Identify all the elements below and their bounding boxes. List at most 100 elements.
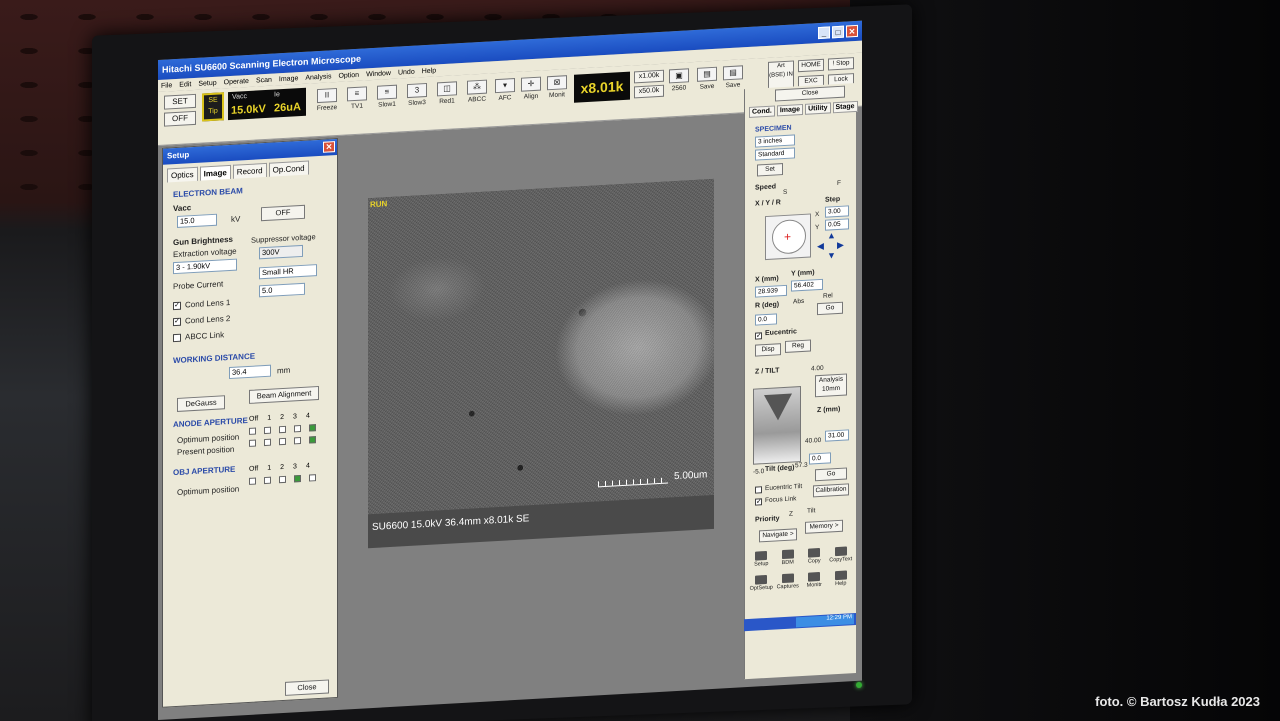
panel-close-button[interactable]: Close [775,85,845,102]
help-icon [834,570,847,581]
rotation-input[interactable]: 0.0 [755,313,777,326]
mag-high-button[interactable]: x50.0k [634,84,664,99]
specimen-set-button[interactable]: Set [757,163,783,177]
hv-off-button[interactable]: OFF [164,110,196,127]
hv-set-button[interactable]: SET [164,93,196,110]
menu-help[interactable]: Help [422,67,436,75]
working-distance-select[interactable]: 36.4 [229,364,271,380]
navigate-button[interactable]: Navigate > [759,528,797,543]
menu-window[interactable]: Window [366,69,391,77]
help-tool[interactable]: Help [829,569,854,592]
anode-pres-1[interactable] [264,438,271,447]
bdm-tool[interactable]: BDM [776,548,801,571]
sem-image-view[interactable]: RUN 5.00um SU6600 15.0kV 36.4mm x8.01k S… [368,178,714,549]
tv1-button[interactable]: ≡ TV1 [344,86,370,119]
arrow-left-icon[interactable]: ◀ [817,241,824,252]
stage-position-map[interactable]: + [765,213,811,261]
tilt-deg-label: Tilt (deg) [765,464,795,474]
slow1-button[interactable]: ≡ Slow1 [374,84,400,117]
align-button[interactable]: ✛ Align [518,76,544,109]
priority-z-radio[interactable]: Z [789,510,793,517]
save2-button[interactable]: ▤ Save [720,65,746,98]
close-window-button[interactable]: ✕ [846,24,858,38]
afc-button[interactable]: ▾ AFC [492,78,518,111]
rel-radio[interactable]: Rel [823,292,833,300]
tilt-go-button[interactable]: Go [815,467,847,482]
tab-record[interactable]: Record [232,162,267,179]
mag-low-button[interactable]: x1.00k [634,69,664,84]
tilt-input[interactable]: 0.0 [809,452,831,465]
menu-setup[interactable]: Setup [198,79,216,87]
cond-lens-2-checkbox[interactable]: ✓ [173,317,181,327]
cond-lens-1-checkbox[interactable]: ✓ [173,301,181,311]
red1-button[interactable]: ◫ Red1 [434,81,460,114]
beam-alignment-button[interactable]: Beam Alignment [249,385,319,404]
z-position-input[interactable]: 31.00 [825,429,849,442]
copy-tool[interactable]: Copy [802,547,827,570]
monit-button[interactable]: ⊠ Monit [544,75,570,108]
setup-tool[interactable]: Setup [749,550,774,573]
menu-operate[interactable]: Operate [224,77,249,85]
optsetup-tool[interactable]: OptSetup [749,574,774,597]
extraction-voltage-select[interactable]: 3 - 1.90kV [173,258,237,275]
tab-op-cond[interactable]: Op.Cond [268,160,309,177]
menu-analysis[interactable]: Analysis [305,73,331,81]
x-position-input[interactable]: 28.939 [755,284,787,298]
tab-image[interactable]: Image [199,164,231,181]
disp-button[interactable]: Disp [755,343,781,357]
abs-radio[interactable]: Abs [793,298,804,306]
degauss-button[interactable]: DeGauss [177,395,225,412]
monitr-tool[interactable]: Monitr [802,571,827,594]
tab-optics[interactable]: Optics [167,166,198,183]
resolution-button[interactable]: ▣ 2560 [666,68,692,101]
captures-tool[interactable]: Captures [776,572,801,595]
anode-pres-off[interactable] [249,439,256,447]
freeze-button[interactable]: II Freeze [314,87,340,121]
eucentric-checkbox[interactable]: ✓ [755,332,762,340]
rotation-go-button[interactable]: Go [817,301,843,316]
minimize-button[interactable]: _ [818,26,830,40]
tab-image[interactable]: Image [776,103,804,117]
off-button[interactable]: OFF [261,204,305,222]
tab-utility[interactable]: Utility [805,102,831,115]
eucentric-tilt-checkbox[interactable] [755,486,762,494]
calibration-button[interactable]: Calibration [813,483,849,498]
setup-close-button[interactable]: Close [285,679,329,696]
slow3-button[interactable]: 3 Slow3 [404,82,430,116]
abcc-button[interactable]: ⁂ ABCC [464,79,490,112]
menu-image[interactable]: Image [279,75,298,83]
anode-pres-3[interactable] [294,437,301,445]
arrow-down-icon[interactable]: ▼ [827,250,836,260]
resolution-label: 2560 [671,84,687,93]
anode-pres-4[interactable] [309,436,316,444]
memory-button[interactable]: Memory > [805,519,843,534]
arrow-up-icon[interactable]: ▲ [827,230,836,240]
home-button[interactable]: HOME [798,58,824,73]
tab-stage[interactable]: Stage [832,100,858,114]
arrow-right-icon[interactable]: ▶ [837,240,844,251]
abcc-link-checkbox[interactable] [173,333,181,343]
menu-file[interactable]: File [161,82,172,90]
probe-mode-select[interactable]: Small HR [259,264,317,280]
vacc-select[interactable]: 15.0 [177,213,217,228]
menu-option[interactable]: Option [338,71,359,79]
close-icon[interactable]: ✕ [323,141,335,153]
specimen-size[interactable]: 3 inches [755,134,795,148]
probe-current-input[interactable]: 5.0 [259,282,305,298]
y-position-input[interactable]: 56.402 [791,278,823,292]
tab-cond[interactable]: Cond. [749,105,775,118]
priority-tilt-radio[interactable]: Tilt [807,507,815,514]
analysis-button[interactable]: Analysis 10mm [815,373,847,398]
menu-undo[interactable]: Undo [398,68,415,76]
specimen-holder[interactable]: Standard [755,147,795,161]
save-button[interactable]: ▤ Save [694,66,720,100]
stop-button[interactable]: ! Stop [828,57,854,71]
menu-scan[interactable]: Scan [256,76,272,84]
anode-pres-2[interactable] [279,437,286,446]
reg-button[interactable]: Reg [785,339,811,353]
step-x-input[interactable]: 3.00 [825,205,849,218]
focus-link-checkbox[interactable]: ✓ [755,498,762,506]
copytext-tool[interactable]: CopyText [829,545,854,568]
menu-edit[interactable]: Edit [179,81,191,89]
maximize-button[interactable]: □ [832,25,844,39]
